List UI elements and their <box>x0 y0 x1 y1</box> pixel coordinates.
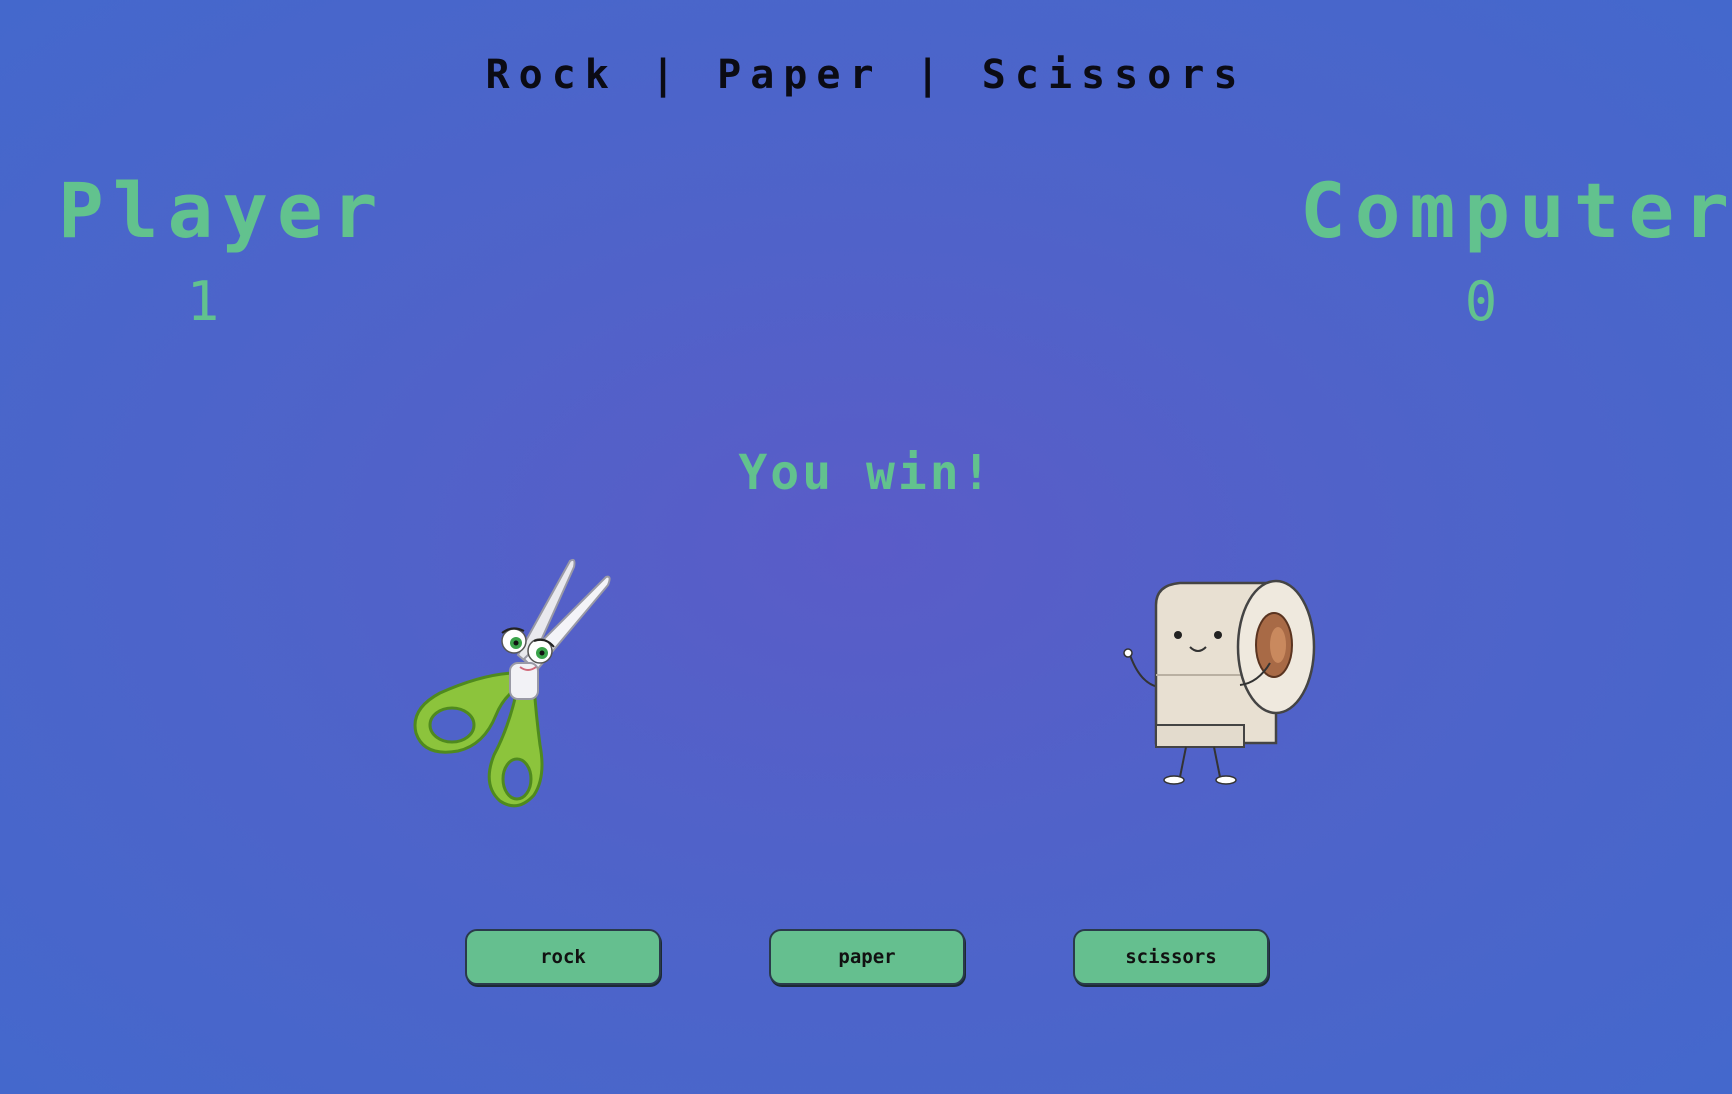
computer-score: 0 <box>1464 270 1498 333</box>
player-choice-scissors-icon <box>400 555 630 815</box>
player-score: 1 <box>186 270 220 333</box>
player-label: Player <box>58 166 387 255</box>
computer-score-panel: Computer 0 <box>1300 166 1732 333</box>
computer-choice-paper-icon <box>1110 575 1350 790</box>
player-score-panel: Player 1 <box>58 166 387 333</box>
choice-buttons: rock paper scissors <box>0 929 1732 987</box>
round-result: You win! <box>738 445 994 501</box>
page-title: Rock | Paper | Scissors <box>485 52 1247 98</box>
rock-button[interactable]: rock <box>465 929 661 985</box>
paper-button[interactable]: paper <box>769 929 965 985</box>
scissors-button[interactable]: scissors <box>1073 929 1269 985</box>
computer-label: Computer <box>1300 166 1732 255</box>
